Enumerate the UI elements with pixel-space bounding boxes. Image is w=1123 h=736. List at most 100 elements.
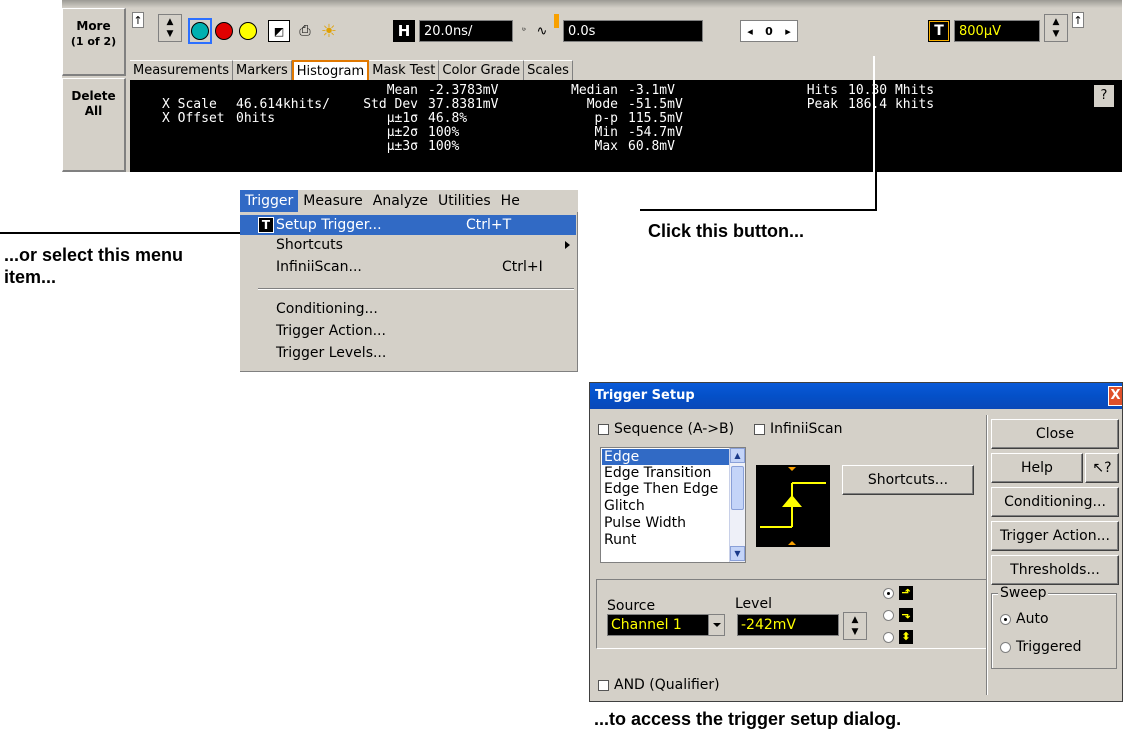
timebase-field[interactable]: 20.0ns/ [419,20,513,42]
list-item[interactable]: Edge [602,449,730,465]
and-qualifier-checkbox[interactable]: AND (Qualifier) [598,677,720,693]
thresholds-button[interactable]: Thresholds... [991,555,1119,585]
list-item[interactable]: Edge Then Edge [602,481,730,497]
more-button[interactable]: More (1 of 2) [62,8,126,76]
menu-item-trigger-action[interactable]: Trigger Action... [240,321,576,341]
shortcuts-button[interactable]: Shortcuts... [842,465,974,495]
sequence-label: Sequence (A->B) [614,421,735,437]
trigger-action-button[interactable]: Trigger Action... [991,521,1119,551]
callout-select-menu-item: ...or select this menu item... [4,245,184,287]
menu-help[interactable]: He [496,190,525,212]
menu-item-label: Trigger Action... [276,323,386,339]
checkbox-box [598,679,609,691]
callout-line-button-horizontal [640,209,877,211]
pointer-arrow-icon[interactable]: ↑ [132,12,144,28]
menu-measure[interactable]: Measure [298,190,368,212]
delay-field[interactable]: 0.0s [563,20,703,42]
sine-icon[interactable]: ∿ [534,20,550,42]
brightness-icon[interactable]: ☀ [318,20,340,42]
close-button[interactable]: Close [991,419,1119,449]
sweep-triggered-radio[interactable]: Triggered [1000,639,1081,655]
sweep-group [991,593,1117,669]
tab-measurements[interactable]: Measurements [130,60,234,80]
chevron-down-icon[interactable] [708,615,724,635]
pointer-arrow-icon-right[interactable]: ↑ [1072,12,1084,28]
menu-item-infiniiscan[interactable]: InfiniiScan... Ctrl+I [240,257,576,277]
source-label: Source [607,598,656,614]
hits-label: Hits [806,83,838,98]
radio-dot [1000,613,1011,625]
menu-analyze[interactable]: Analyze [368,190,433,212]
scroll-thumb[interactable] [731,466,744,510]
list-item[interactable]: Glitch [602,498,730,514]
menu-item-label: Trigger Levels... [276,345,387,361]
cyan-circle-icon[interactable] [191,22,209,40]
trigger-level-field[interactable]: 800µV [954,20,1040,42]
nav-right-icon[interactable]: ▸ [785,25,791,38]
red-circle-icon[interactable] [215,22,233,40]
help-button[interactable]: Help [991,453,1083,483]
conditioning-button[interactable]: Conditioning... [991,487,1119,517]
menu-utilities[interactable]: Utilities [433,190,496,212]
whats-this-icon[interactable]: ↖? [1085,453,1119,483]
menu-item-shortcut: Ctrl+T [466,217,512,233]
trigger-level-spinner-icon[interactable]: ▲ ▼ [1044,14,1068,42]
menu-trigger[interactable]: Trigger [240,190,299,212]
more-button-label: More [76,19,111,33]
list-item[interactable]: Pulse Width [602,515,730,531]
nav-value: 0 [765,24,773,38]
menu-item-trigger-levels[interactable]: Trigger Levels... [240,343,576,363]
menu-item-shortcuts[interactable]: Shortcuts [240,235,576,255]
x-offset-value: 0hits [236,111,276,126]
trigger-setup-dialog: Trigger Setup X Sequence (A->B) InfiniiS… [589,382,1123,702]
tab-histogram[interactable]: Histogram [291,60,370,80]
callout-line-button-down [875,172,877,210]
pp-value: 115.5mV [628,111,683,126]
list-scrollbar[interactable]: ▲ ▼ [729,448,745,562]
trigger-mode-list[interactable]: Edge Edge Transition Edge Then Edge Glit… [600,447,746,563]
menu-item-setup-trigger[interactable]: T Setup Trigger... Ctrl+T [240,215,576,235]
level-field[interactable]: -242mV [737,614,839,636]
close-icon[interactable]: X [1108,386,1122,406]
up-down-spinner-icon[interactable]: ▲ ▼ [158,14,182,42]
tab-markers[interactable]: Markers [233,60,292,80]
menu-item-label: Conditioning... [276,301,378,317]
pulse-icon[interactable]: ᶹ [516,20,532,42]
mode-value: -51.5mV [628,97,683,112]
source-select[interactable]: Channel 1 [607,614,725,636]
level-spinner-icon[interactable]: ▲ ▼ [843,612,867,640]
help-question-button[interactable]: ? [1094,85,1114,107]
mean-label: Mean [386,83,418,98]
sequence-checkbox[interactable]: Sequence (A->B) [598,421,734,437]
sigma3-label: µ±3σ [386,139,418,154]
trigger-setup-button[interactable]: T [928,20,950,42]
menu-item-label: Setup Trigger... [276,217,382,233]
yellow-circle-icon[interactable] [239,22,257,40]
max-label: Max [594,139,618,154]
tab-mask-test[interactable]: Mask Test [369,60,440,80]
list-item[interactable]: Runt [602,532,730,548]
delete-all-button[interactable]: Delete All [62,78,126,172]
h-horizontal-icon[interactable]: H [393,20,415,42]
either-edge-slope-icon: ⬍ [899,630,913,644]
scroll-up-icon[interactable]: ▲ [730,448,745,463]
tab-color-grade[interactable]: Color Grade [439,60,525,80]
slope-either-radio[interactable]: ⬍ [883,630,913,644]
sweep-auto-radio[interactable]: Auto [1000,611,1049,627]
slope-rising-radio[interactable]: ⬏ [883,586,913,600]
waveform-window-icon[interactable]: ◩ [268,20,290,42]
x-offset-label: X Offset [162,111,225,126]
list-item[interactable]: Edge Transition [602,465,730,481]
print-icon[interactable]: ⎙ [294,20,316,42]
nav-left-icon[interactable]: ◂ [747,25,753,38]
menu-item-conditioning[interactable]: Conditioning... [240,299,576,319]
panel-divider [986,415,988,695]
scroll-down-icon[interactable]: ▼ [730,546,745,561]
slope-falling-radio[interactable]: ⬎ [883,608,913,622]
infiniiscan-checkbox[interactable]: InfiniiScan [754,421,843,437]
position-navigator[interactable]: ◂ 0 ▸ [740,20,798,42]
submenu-arrow-icon [565,241,570,249]
tab-scales[interactable]: Scales [524,60,573,80]
checkbox-box [754,423,765,435]
more-button-page: (1 of 2) [70,35,117,48]
